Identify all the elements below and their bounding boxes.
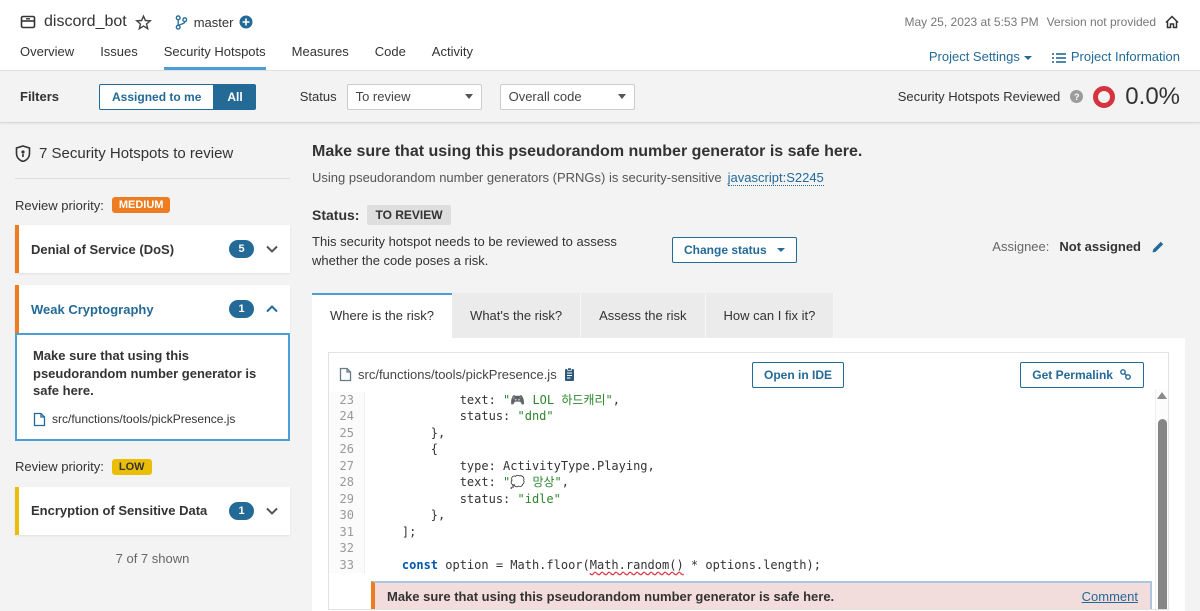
edit-pencil-icon[interactable]	[1151, 240, 1165, 254]
rule-key-link[interactable]: javascript:S2245	[728, 170, 824, 186]
inline-issue-row[interactable]: Make sure that using this pseudorandom n…	[371, 581, 1152, 610]
risk-tabs: Where is the risk? What's the risk? Asse…	[312, 293, 1185, 338]
code-line[interactable]: 33 const option = Math.floor(Math.random…	[329, 557, 1168, 574]
sidebar-title: 7 Security Hotspots to review	[39, 145, 233, 162]
open-in-ide-button[interactable]: Open in IDE	[752, 362, 844, 388]
hotspots-sidebar: 7 Security Hotspots to review Review pri…	[15, 141, 290, 609]
code-line[interactable]: 27 type: ActivityType.Playing,	[329, 458, 1168, 475]
risk-tab-panel: src/functions/tools/pickPresence.js Open…	[312, 338, 1185, 611]
count-badge: 5	[229, 240, 254, 258]
file-icon	[33, 412, 46, 427]
chevron-down-icon	[618, 94, 626, 99]
issue-message: Make sure that using this pseudorandom n…	[387, 589, 834, 604]
code-line[interactable]: 24 status: "dnd"	[329, 408, 1168, 425]
chevron-down-icon[interactable]	[266, 507, 278, 515]
hotspot-detail: Make sure that using this pseudorandom n…	[312, 141, 1185, 609]
count-badge: 1	[229, 502, 254, 520]
reviewed-gauge-icon	[1093, 86, 1115, 108]
filters-label: Filters	[20, 89, 59, 104]
home-icon[interactable]	[1164, 14, 1180, 30]
copy-clipboard-icon[interactable]	[563, 367, 576, 382]
project-settings-menu[interactable]: Project Settings	[929, 49, 1032, 64]
assignee-filter-toggle: Assigned to me All	[99, 84, 256, 110]
code-lines[interactable]: 23 text: "🎮 LOL 하드캐리",24 status: "dnd"25…	[329, 392, 1168, 574]
code-file-path: src/functions/tools/pickPresence.js	[358, 367, 557, 382]
tab-how-can-i-fix-it[interactable]: How can I fix it?	[706, 293, 835, 338]
chevron-down-icon	[465, 94, 473, 99]
nav-tab-issues[interactable]: Issues	[100, 44, 138, 70]
hotspot-title: Make sure that using this pseudorandom n…	[33, 347, 276, 400]
branch-info-icon[interactable]	[239, 15, 253, 29]
all-button[interactable]: All	[214, 84, 255, 110]
status-badge: TO REVIEW	[367, 205, 450, 225]
nav-tab-measures[interactable]: Measures	[292, 44, 349, 70]
code-line[interactable]: 32	[329, 540, 1168, 557]
code-line[interactable]: 25 },	[329, 425, 1168, 442]
rule-description: Using pseudorandom number generators (PR…	[312, 170, 722, 185]
project-information-link[interactable]: Project Information	[1052, 49, 1180, 64]
category-card-dos[interactable]: Denial of Service (DoS) 5	[15, 225, 290, 273]
scope-filter-select[interactable]: Overall code	[500, 84, 635, 110]
assignee-label: Assignee:	[992, 239, 1049, 254]
top-header: discord_bot master May 25, 2023 at 5:53 …	[0, 0, 1200, 71]
status-filter-label: Status	[300, 89, 337, 104]
project-icon	[20, 14, 36, 30]
hotspot-list-item[interactable]: Make sure that using this pseudorandom n…	[15, 333, 290, 441]
help-icon[interactable]: ?	[1070, 90, 1083, 103]
code-line[interactable]: 31 ];	[329, 524, 1168, 541]
project-name: discord_bot	[44, 13, 127, 31]
list-icon	[1052, 52, 1066, 64]
code-line[interactable]: 23 text: "🎮 LOL 하드캐리",	[329, 392, 1168, 409]
filters-bar: Filters Assigned to me All Status To rev…	[0, 71, 1200, 123]
priority-label: Review priority:	[15, 459, 104, 474]
status-label: Status:	[312, 207, 359, 223]
nav-tab-security-hotspots[interactable]: Security Hotspots	[164, 44, 266, 70]
code-line[interactable]: 26 {	[329, 441, 1168, 458]
assigned-to-me-button[interactable]: Assigned to me	[99, 84, 214, 110]
code-viewer: src/functions/tools/pickPresence.js Open…	[328, 352, 1169, 610]
project-nav: Overview Issues Security Hotspots Measur…	[20, 44, 473, 70]
reviewed-percentage: 0.0%	[1125, 83, 1180, 111]
assignee-value: Not assigned	[1059, 239, 1141, 254]
scroll-up-icon[interactable]	[1157, 392, 1167, 399]
hotspot-file-path: src/functions/tools/pickPresence.js	[52, 412, 235, 426]
get-permalink-button[interactable]: Get Permalink	[1020, 362, 1144, 388]
code-line[interactable]: 30 },	[329, 507, 1168, 524]
priority-badge-low: LOW	[112, 459, 152, 475]
tab-assess-the-risk[interactable]: Assess the risk	[581, 293, 705, 338]
permalink-icon	[1119, 368, 1132, 381]
branch-name[interactable]: master	[194, 15, 234, 30]
scrollbar-thumb[interactable]	[1158, 419, 1167, 610]
status-filter-select[interactable]: To review	[347, 84, 482, 110]
code-scrollbar[interactable]	[1155, 389, 1168, 609]
status-description: This security hotspot needs to be review…	[312, 233, 642, 271]
nav-tab-activity[interactable]: Activity	[432, 44, 473, 70]
reviewed-label: Security Hotspots Reviewed	[898, 89, 1061, 104]
shown-count: 7 of 7 shown	[15, 551, 290, 566]
chevron-down-icon	[1024, 56, 1032, 60]
nav-tab-code[interactable]: Code	[375, 44, 406, 70]
category-card-encryption[interactable]: Encryption of Sensitive Data 1	[15, 487, 290, 535]
count-badge: 1	[229, 300, 254, 318]
change-status-button[interactable]: Change status	[672, 237, 797, 263]
chevron-down-icon[interactable]	[266, 245, 278, 253]
file-icon	[339, 367, 352, 382]
hotspot-detail-title: Make sure that using this pseudorandom n…	[312, 143, 1185, 161]
tab-whats-the-risk[interactable]: What's the risk?	[452, 293, 581, 338]
favorite-star-icon[interactable]	[135, 14, 152, 31]
tab-where-is-the-risk[interactable]: Where is the risk?	[312, 293, 452, 338]
comment-link[interactable]: Comment	[1082, 589, 1138, 604]
version-label: Version not provided	[1047, 15, 1156, 29]
code-line[interactable]: 29 status: "idle"	[329, 491, 1168, 508]
category-card-weak-cryptography[interactable]: Weak Cryptography 1	[15, 285, 290, 333]
nav-tab-overview[interactable]: Overview	[20, 44, 74, 70]
branch-icon	[174, 15, 188, 30]
priority-label: Review priority:	[15, 198, 104, 213]
priority-badge-medium: MEDIUM	[112, 197, 171, 213]
chevron-up-icon[interactable]	[266, 305, 278, 313]
analysis-date: May 25, 2023 at 5:53 PM	[905, 15, 1039, 29]
security-hotspot-icon	[15, 145, 31, 162]
code-line[interactable]: 28 text: "💭 망상",	[329, 474, 1168, 491]
chevron-down-icon	[777, 248, 785, 252]
